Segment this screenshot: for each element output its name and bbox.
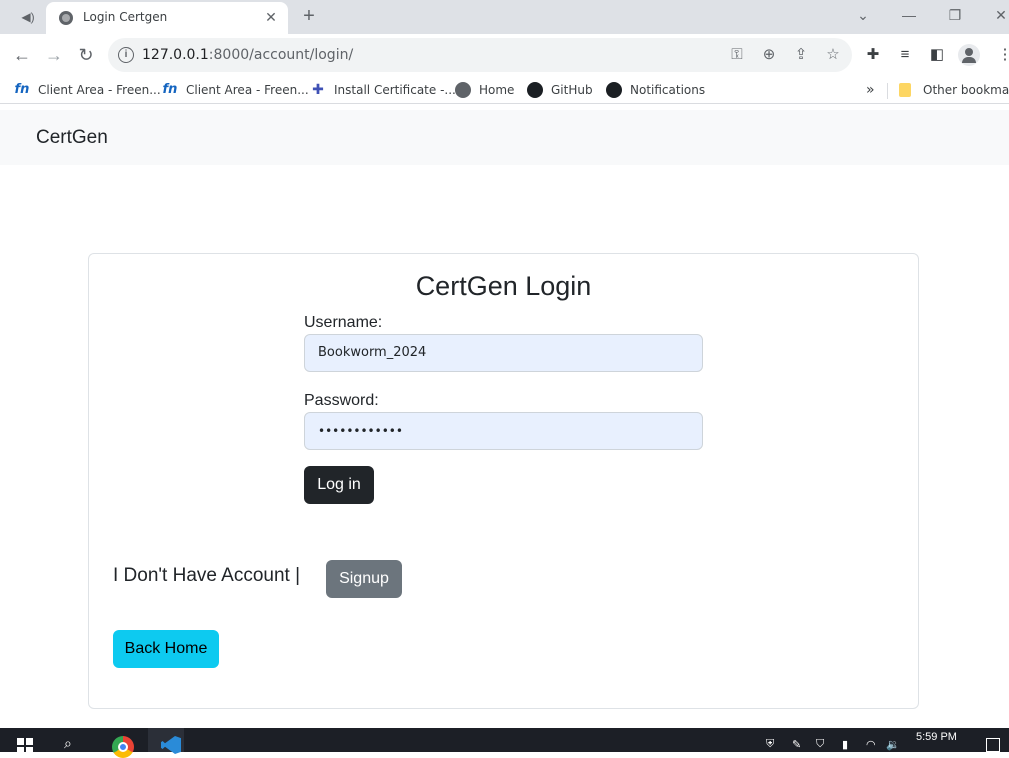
bookmark-label: Client Area - Freen... — [186, 83, 309, 97]
extensions-icon[interactable]: ✚ — [862, 44, 884, 66]
zoom-icon[interactable]: ⊕ — [760, 46, 778, 64]
bookmark-github[interactable]: GitHub — [527, 81, 593, 99]
browser-toolbar: ← → ↻ i 127.0.0.1:8000/account/login/ ⚿ … — [0, 34, 1009, 76]
shield-icon[interactable]: ⛉ — [816, 738, 824, 758]
address-bar[interactable]: i 127.0.0.1:8000/account/login/ ⚿ ⊕ ⇪ ☆ — [108, 38, 852, 72]
reload-icon[interactable]: ↻ — [75, 44, 97, 66]
chrome-taskbar-icon[interactable] — [112, 736, 134, 758]
usb-icon[interactable]: ▮ — [842, 738, 848, 758]
bookmark-label: Other bookmarks — [923, 83, 1009, 97]
bookmark-label: GitHub — [551, 83, 593, 97]
bookmark-client-area-2[interactable]: fn Client Area - Freen... — [162, 81, 309, 99]
username-label: Username: — [304, 314, 383, 331]
password-label: Password: — [304, 392, 379, 409]
defender-icon[interactable]: ⛨ — [766, 738, 774, 758]
bookmarks-bar: fn Client Area - Freen... fn Client Area -… — [0, 76, 1009, 104]
notification-center-icon[interactable] — [986, 738, 1000, 752]
bookmark-label: Home — [479, 83, 515, 97]
globe-icon — [455, 82, 471, 98]
bookmark-notifications[interactable]: Notifications — [606, 81, 705, 99]
side-panel-icon[interactable]: ◧ — [926, 44, 948, 66]
star-icon[interactable]: ☆ — [824, 46, 842, 64]
taskbar-clock[interactable]: 5:59 PM — [916, 731, 957, 743]
bookmark-install-certificate[interactable]: ✚ Install Certificate -... — [310, 81, 456, 99]
username-input[interactable]: Bookworm_2024 — [304, 334, 703, 372]
back-home-button[interactable]: Back Home — [113, 630, 219, 668]
search-icon[interactable]: ⌕ — [64, 735, 72, 755]
site-navbar: CertGen — [0, 110, 1009, 165]
folder-icon — [899, 83, 911, 97]
wifi-icon[interactable]: ◠ — [866, 738, 876, 758]
forward-arrow-icon[interactable]: → — [43, 44, 65, 66]
freenom-icon: fn — [162, 82, 178, 97]
close-icon[interactable]: ✕ — [262, 8, 280, 26]
restore-icon[interactable]: ❐ — [943, 4, 967, 26]
bookmark-label: Notifications — [630, 83, 706, 97]
page-title: CertGen Login — [415, 271, 592, 301]
profile-avatar-icon[interactable] — [958, 44, 980, 66]
site-info-icon[interactable]: i — [118, 47, 134, 63]
feather-icon[interactable]: ✎ — [792, 738, 801, 758]
bookmark-label: Client Area - Freen... — [38, 83, 161, 97]
no-account-text: I Don't Have Account | — [113, 565, 301, 586]
bookmark-client-area-1[interactable]: fn Client Area - Freen... — [14, 81, 161, 99]
url-text[interactable]: 127.0.0.1:8000/account/login/ — [142, 47, 353, 63]
github-icon — [527, 82, 543, 98]
signup-button[interactable]: Signup — [326, 560, 402, 598]
navbar-brand[interactable]: CertGen — [36, 127, 108, 149]
menu-kebab-icon[interactable]: ⋮ — [994, 44, 1009, 66]
login-button[interactable]: Log in — [304, 466, 374, 504]
share-icon[interactable]: ⇪ — [792, 46, 810, 64]
browser-tabstrip: ◀) Login Certgen ✕ + ⌄ — ❐ ✕ — [0, 0, 1009, 34]
chevron-down-icon[interactable]: ⌄ — [851, 4, 875, 26]
close-window-icon[interactable]: ✕ — [989, 4, 1009, 26]
github-icon — [606, 82, 622, 98]
tab-audio-icon[interactable]: ◀) — [18, 8, 38, 26]
login-card: CertGen Login Username: Bookworm_2024 Pa… — [88, 253, 919, 709]
puzzle-icon: ✚ — [312, 82, 324, 98]
bookmark-home[interactable]: Home — [455, 81, 514, 99]
password-input[interactable]: •••••••••••• — [304, 412, 703, 450]
freenom-icon: fn — [14, 82, 30, 97]
globe-icon — [59, 11, 73, 25]
bookmark-other-bookmarks[interactable]: Other bookmarks — [899, 81, 1009, 99]
back-arrow-icon[interactable]: ← — [11, 44, 33, 66]
bookmarks-divider — [887, 83, 888, 99]
volume-icon[interactable]: 🔉 — [886, 738, 900, 758]
tab-login-certgen[interactable]: Login Certgen ✕ — [46, 2, 288, 34]
bookmark-label: Install Certificate -... — [334, 83, 456, 97]
tab-title: Login Certgen — [83, 10, 168, 24]
key-icon[interactable]: ⚿ — [728, 46, 746, 64]
minimize-icon[interactable]: — — [897, 4, 921, 26]
new-tab-icon[interactable]: + — [299, 6, 319, 26]
media-queue-icon[interactable]: ≡ — [894, 44, 916, 66]
more-bookmarks-chevron-icon[interactable]: » — [866, 81, 875, 99]
